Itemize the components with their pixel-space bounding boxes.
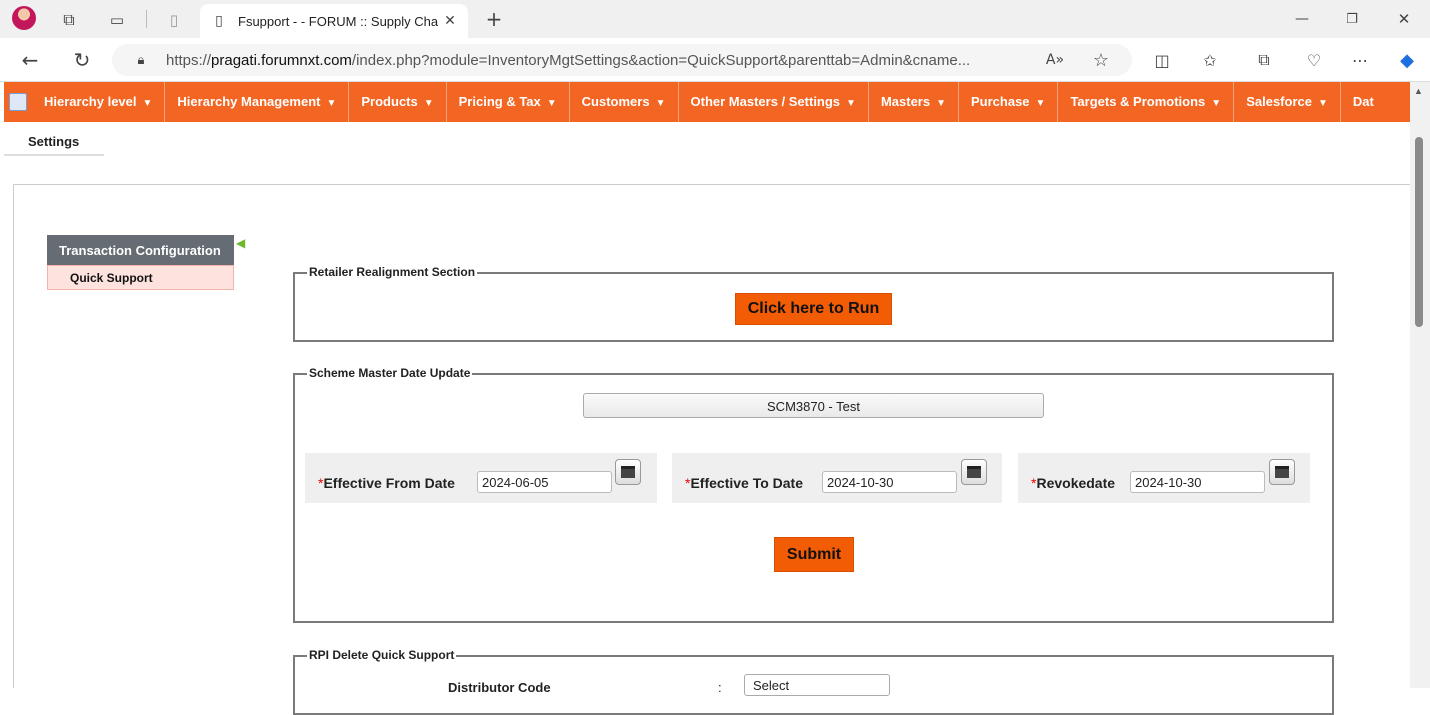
effective-to-label: *Effective To Date bbox=[685, 475, 803, 491]
url-bar[interactable]: 🔒︎ https://pragati.forumnxt.com/index.ph… bbox=[112, 44, 1132, 76]
reload-icon[interactable]: ↻ bbox=[70, 48, 94, 72]
effective-to-input[interactable]: 2024-10-30 bbox=[822, 471, 957, 493]
more-icon[interactable]: ⋯ bbox=[1348, 48, 1372, 72]
collapse-arrow-icon[interactable]: ◀ bbox=[236, 236, 245, 250]
menu-masters[interactable]: Masters ▼ bbox=[869, 82, 959, 122]
menu-purchase[interactable]: Purchase ▼ bbox=[959, 82, 1059, 122]
distributor-code-select[interactable]: Select bbox=[744, 674, 890, 696]
run-button[interactable]: Click here to Run bbox=[735, 293, 892, 325]
menu-other-masters[interactable]: Other Masters / Settings ▼ bbox=[679, 82, 869, 122]
effective-from-label: *Effective From Date bbox=[318, 475, 455, 491]
menu-products[interactable]: Products ▼ bbox=[349, 82, 447, 122]
effective-to-group: *Effective To Date 2024-10-30 bbox=[672, 453, 1002, 503]
workspaces-icon[interactable]: ⧉ bbox=[58, 9, 80, 31]
tab-page-icon: ▯ bbox=[215, 13, 223, 29]
section-legend: Retailer Realignment Section bbox=[307, 265, 478, 279]
collections-icon[interactable]: ⧉ bbox=[1252, 48, 1276, 72]
restore-icon[interactable]: ❐ bbox=[1340, 8, 1364, 30]
left-nav-panel: Transaction Configuration Quick Support bbox=[47, 235, 234, 290]
read-aloud-icon[interactable]: A» bbox=[1044, 50, 1066, 70]
split-screen-icon[interactable]: ◫ bbox=[1150, 48, 1174, 72]
revokedate-group: *Revokedate 2024-10-30 bbox=[1018, 453, 1310, 503]
calendar-icon[interactable] bbox=[615, 459, 641, 485]
back-icon[interactable]: ← bbox=[18, 48, 42, 72]
copilot-icon[interactable]: ◆ bbox=[1394, 47, 1420, 73]
caret-down-icon: ▼ bbox=[1211, 98, 1222, 109]
calendar-icon[interactable] bbox=[961, 459, 987, 485]
section-legend: RPI Delete Quick Support bbox=[307, 648, 457, 662]
menu-customers[interactable]: Customers ▼ bbox=[570, 82, 679, 122]
effective-from-group: *Effective From Date 2024-06-05 bbox=[305, 453, 657, 503]
caret-down-icon: ▼ bbox=[142, 98, 153, 109]
page-scrollbar[interactable]: ▲ bbox=[1410, 82, 1430, 688]
favorites-icon[interactable]: ✩ bbox=[1198, 48, 1222, 72]
menu-search-button[interactable] bbox=[4, 82, 32, 122]
favorite-star-icon[interactable]: ☆ bbox=[1090, 49, 1112, 71]
section-legend: Scheme Master Date Update bbox=[307, 366, 473, 380]
caret-down-icon: ▼ bbox=[546, 98, 557, 109]
menu-pricing-tax[interactable]: Pricing & Tax ▼ bbox=[447, 82, 570, 122]
close-tab-icon[interactable]: ✕ bbox=[440, 11, 460, 31]
site-info-icon[interactable]: 🔒︎ bbox=[132, 51, 150, 69]
scroll-up-icon[interactable]: ▲ bbox=[1414, 86, 1423, 96]
caret-down-icon: ▼ bbox=[326, 98, 337, 109]
search-icon bbox=[9, 93, 27, 111]
browser-essentials-icon[interactable]: ♡ bbox=[1302, 48, 1326, 72]
browser-tab-strip: ⧉ ▭ ▯ ▯ Fsupport - - FORUM :: Supply Cha… bbox=[0, 0, 1430, 38]
revokedate-input[interactable]: 2024-10-30 bbox=[1130, 471, 1265, 493]
main-menu-bar: Hierarchy level ▼ Hierarchy Management ▼ P… bbox=[4, 82, 1410, 122]
tab-settings[interactable]: Settings bbox=[4, 122, 104, 156]
tab-actions-icon[interactable]: ▭ bbox=[106, 9, 128, 31]
effective-from-input[interactable]: 2024-06-05 bbox=[477, 471, 612, 493]
close-window-icon[interactable]: ✕ bbox=[1392, 8, 1416, 30]
submit-button[interactable]: Submit bbox=[774, 537, 854, 572]
scheme-select[interactable]: SCM3870 - Test bbox=[583, 393, 1044, 418]
new-tab-icon[interactable]: + bbox=[482, 7, 506, 31]
url-text[interactable]: https://pragati.forumnxt.com/index.php?m… bbox=[166, 52, 970, 69]
divider bbox=[146, 10, 147, 28]
caret-down-icon: ▼ bbox=[423, 98, 434, 109]
caret-down-icon: ▼ bbox=[1035, 98, 1046, 109]
menu-salesforce[interactable]: Salesforce ▼ bbox=[1234, 82, 1341, 122]
menu-dat[interactable]: Dat bbox=[1341, 82, 1386, 122]
profile-avatar[interactable] bbox=[12, 6, 36, 30]
caret-down-icon: ▼ bbox=[846, 98, 856, 109]
caret-down-icon: ▼ bbox=[1317, 98, 1328, 109]
revokedate-label: *Revokedate bbox=[1031, 475, 1116, 491]
menu-targets-promotions[interactable]: Targets & Promotions ▼ bbox=[1058, 82, 1235, 122]
active-tab[interactable]: ▯ Fsupport - - FORUM :: Supply Cha ✕ bbox=[200, 4, 468, 38]
tab-title: Fsupport - - FORUM :: Supply Cha bbox=[238, 14, 438, 29]
left-nav-item-quick-support[interactable]: Quick Support bbox=[47, 265, 234, 290]
left-nav-header[interactable]: Transaction Configuration bbox=[47, 235, 234, 265]
scroll-thumb[interactable] bbox=[1415, 137, 1423, 327]
menu-hierarchy-level[interactable]: Hierarchy level ▼ bbox=[32, 82, 166, 122]
caret-down-icon: ▼ bbox=[936, 98, 946, 109]
calendar-icon[interactable] bbox=[1269, 459, 1295, 485]
minimize-icon[interactable]: — bbox=[1290, 8, 1314, 30]
caret-down-icon: ▼ bbox=[655, 98, 666, 109]
menu-hierarchy-management[interactable]: Hierarchy Management ▼ bbox=[165, 82, 350, 122]
new-page-icon[interactable]: ▯ bbox=[164, 9, 184, 31]
address-toolbar: ← ↻ 🔒︎ https://pragati.forumnxt.com/inde… bbox=[0, 38, 1430, 82]
